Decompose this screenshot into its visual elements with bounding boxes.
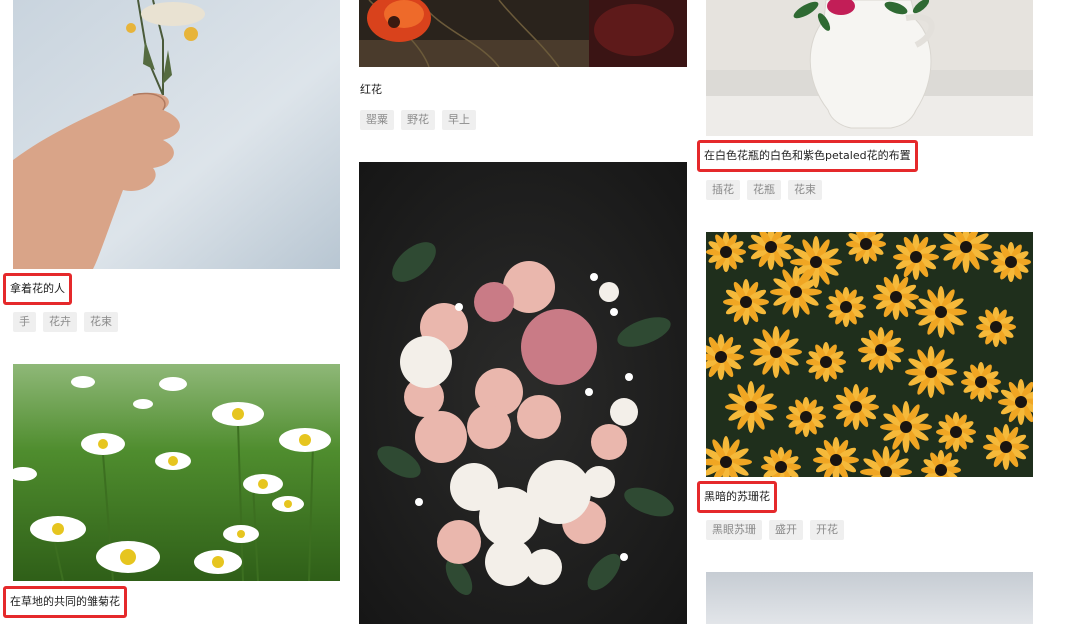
tag-chip[interactable]: 花束	[84, 312, 118, 332]
hand-holding-flowers-image[interactable]	[13, 0, 340, 269]
tag-chip[interactable]: 插花	[706, 180, 740, 200]
tag-chip[interactable]: 手	[13, 312, 36, 332]
tag-chip[interactable]: 花束	[788, 180, 822, 200]
tag-chip[interactable]: 早上	[442, 110, 476, 130]
card-title-vase-arrangement[interactable]: 在白色花瓶的白色和紫色petaled花的布置	[697, 140, 918, 172]
red-poppy-image[interactable]	[359, 0, 687, 67]
tag-chip[interactable]: 开花	[810, 520, 844, 540]
card-title-black-eyed-susan[interactable]: 黑暗的苏珊花	[697, 481, 777, 513]
white-vase-arrangement-image[interactable]	[706, 0, 1033, 136]
daisies-meadow-image[interactable]	[13, 364, 340, 581]
tag-chip[interactable]: 花卉	[43, 312, 77, 332]
black-eyed-susan-image[interactable]	[706, 232, 1033, 477]
card-title-daisies[interactable]: 在草地的共同的雏菊花	[3, 586, 127, 618]
tag-chip[interactable]: 野花	[401, 110, 435, 130]
card-title-person-holding-flower[interactable]: 拿着花的人	[3, 273, 72, 305]
masonry-gallery: 拿着花的人 手 花卉 花束 在草地的共同的雏菊花 红花 罂粟 野花 早上 在白色…	[0, 0, 1080, 624]
tag-chip[interactable]: 盛开	[769, 520, 803, 540]
tag-chip[interactable]: 罂粟	[360, 110, 394, 130]
tag-list: 黑眼苏珊 盛开 开花	[706, 520, 844, 540]
next-card-image[interactable]	[706, 572, 1033, 624]
tag-chip[interactable]: 花瓶	[747, 180, 781, 200]
tag-chip[interactable]: 黑眼苏珊	[706, 520, 762, 540]
card-title-red-flower[interactable]: 红花	[360, 83, 382, 97]
tag-list: 手 花卉 花束	[13, 312, 118, 332]
rose-bouquet-image[interactable]	[359, 162, 687, 624]
tag-list: 罂粟 野花 早上	[360, 110, 476, 130]
tag-list: 插花 花瓶 花束	[706, 180, 822, 200]
